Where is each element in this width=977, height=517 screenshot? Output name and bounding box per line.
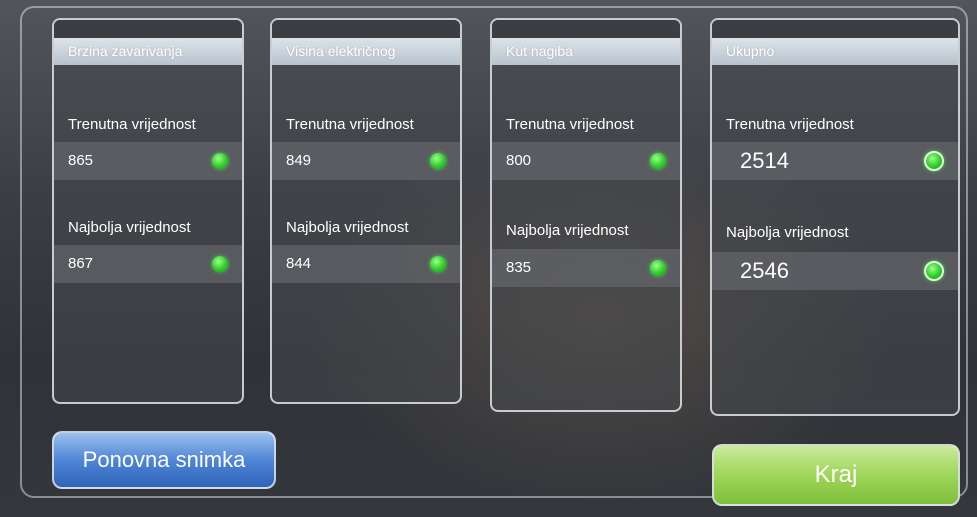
best-value: 835 bbox=[506, 259, 532, 276]
current-value-label: Trenutna vrijednost bbox=[726, 116, 854, 133]
green-status-dot-icon bbox=[430, 256, 446, 272]
green-status-dot-icon bbox=[430, 153, 446, 169]
current-value-label: Trenutna vrijednost bbox=[68, 116, 196, 133]
current-value: 865 bbox=[68, 152, 94, 169]
best-value-label: Najbolja vrijednost bbox=[726, 224, 849, 241]
touch-screen: Brzina zavarivanja Trenutna vrijednost 8… bbox=[0, 0, 977, 517]
best-value: 867 bbox=[68, 255, 94, 272]
best-value-label: Najbolja vrijednost bbox=[68, 219, 191, 236]
best-value-row: 867 bbox=[54, 245, 242, 283]
end-button[interactable]: Kraj bbox=[712, 444, 960, 506]
current-value: 800 bbox=[506, 152, 532, 169]
current-value: 2514 bbox=[740, 148, 789, 173]
current-value: 849 bbox=[286, 152, 312, 169]
panel-total: Ukupno Trenutna vrijednost 2514 Najbolja… bbox=[710, 18, 960, 416]
best-value-row: 2546 bbox=[712, 252, 958, 290]
current-value-row: 2514 bbox=[712, 142, 958, 180]
green-status-dot-icon bbox=[212, 153, 228, 169]
panel-tilt-angle: Kut nagiba Trenutna vrijednost 800 Najbo… bbox=[490, 18, 682, 412]
green-status-dot-icon bbox=[650, 153, 666, 169]
panel-electrode-height: Visina električnog Trenutna vrijednost 8… bbox=[270, 18, 462, 404]
current-value-label: Trenutna vrijednost bbox=[506, 116, 634, 133]
best-value-row: 835 bbox=[492, 249, 680, 287]
best-value: 2546 bbox=[740, 258, 789, 283]
best-value-label: Najbolja vrijednost bbox=[506, 222, 629, 239]
retry-button[interactable]: Ponovna snimka bbox=[52, 431, 276, 489]
current-value-label: Trenutna vrijednost bbox=[286, 116, 414, 133]
green-status-dot-icon bbox=[212, 256, 228, 272]
green-status-dot-icon bbox=[924, 151, 944, 171]
green-status-dot-icon bbox=[650, 260, 666, 276]
best-value-label: Najbolja vrijednost bbox=[286, 219, 409, 236]
current-value-row: 849 bbox=[272, 142, 460, 180]
panel-welding-speed: Brzina zavarivanja Trenutna vrijednost 8… bbox=[52, 18, 244, 404]
panel-title: Brzina zavarivanja bbox=[54, 38, 242, 65]
current-value-row: 800 bbox=[492, 142, 680, 180]
panel-title: Kut nagiba bbox=[492, 38, 680, 65]
best-value-row: 844 bbox=[272, 245, 460, 283]
best-value: 844 bbox=[286, 255, 312, 272]
green-status-dot-icon bbox=[924, 261, 944, 281]
panel-title: Ukupno bbox=[712, 38, 958, 65]
panel-title: Visina električnog bbox=[272, 38, 460, 65]
current-value-row: 865 bbox=[54, 142, 242, 180]
